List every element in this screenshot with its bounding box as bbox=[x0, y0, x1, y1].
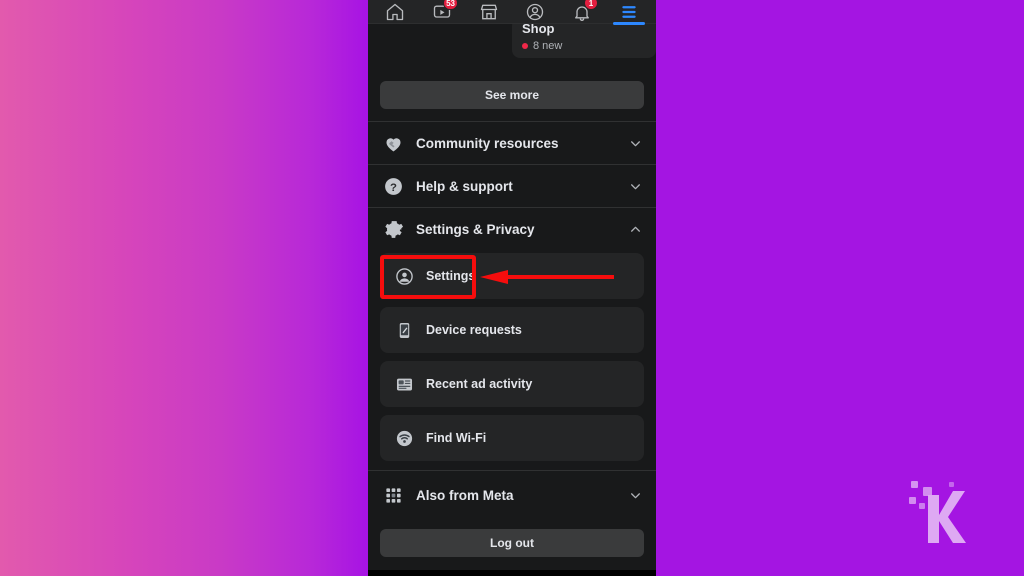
shop-title: Shop bbox=[522, 24, 555, 36]
grid-apps-glyph bbox=[385, 487, 401, 503]
profile-icon bbox=[527, 3, 544, 20]
section-settings-privacy[interactable]: Settings & Privacy bbox=[368, 208, 656, 250]
svg-text:?: ? bbox=[390, 181, 397, 193]
account-circle-icon bbox=[394, 266, 414, 286]
section-also-from-meta[interactable]: Also from Meta bbox=[368, 474, 656, 516]
nav-menu[interactable] bbox=[609, 0, 649, 25]
divider bbox=[368, 470, 656, 471]
active-tab-indicator bbox=[612, 21, 645, 25]
notifications-badge: 1 bbox=[583, 0, 598, 10]
log-out-button[interactable]: Log out bbox=[380, 529, 644, 557]
gear-icon bbox=[382, 218, 404, 240]
shop-new-label: 8 new bbox=[533, 40, 563, 52]
section-label: Also from Meta bbox=[416, 487, 514, 503]
shop-shortcut-card[interactable]: Shop 8 new bbox=[512, 24, 656, 58]
see-more-button[interactable]: See more bbox=[380, 81, 644, 109]
grid-apps-icon bbox=[382, 484, 404, 506]
menu-item-find-wifi[interactable]: Find Wi-Fi bbox=[380, 415, 644, 461]
facebook-menu-screen: 53 1 Shop 8 new See more Community resou… bbox=[368, 0, 656, 570]
video-badge: 53 bbox=[443, 0, 458, 10]
nav-profile[interactable] bbox=[515, 0, 555, 24]
question-circle-icon: ? bbox=[382, 175, 404, 197]
device-requests-glyph bbox=[399, 322, 409, 338]
menu-item-label: Find Wi-Fi bbox=[426, 431, 487, 445]
section-label: Help & support bbox=[416, 178, 513, 194]
shop-new-indicator: 8 new bbox=[522, 40, 646, 52]
menu-item-label: Device requests bbox=[426, 323, 522, 337]
chevron-down-icon[interactable] bbox=[628, 179, 642, 193]
hamburger-menu-icon bbox=[621, 5, 636, 18]
chevron-up-icon[interactable] bbox=[628, 222, 642, 236]
marketplace-icon bbox=[480, 4, 497, 19]
account-circle-glyph bbox=[395, 267, 413, 285]
recent-ad-activity-icon bbox=[394, 374, 414, 394]
top-navigation-bar: 53 1 bbox=[368, 0, 656, 25]
recent-ad-activity-glyph bbox=[396, 378, 412, 390]
section-community-resources[interactable]: Community resources bbox=[368, 122, 656, 164]
nav-marketplace[interactable] bbox=[469, 0, 509, 24]
home-icon bbox=[387, 3, 404, 20]
nav-notifications[interactable]: 1 bbox=[562, 0, 602, 24]
wifi-icon bbox=[394, 428, 414, 448]
chevron-down-icon[interactable] bbox=[628, 136, 642, 150]
menu-item-recent-ad-activity[interactable]: Recent ad activity bbox=[380, 361, 644, 407]
menu-item-label: Settings bbox=[426, 269, 476, 283]
section-label: Settings & Privacy bbox=[416, 221, 535, 237]
chevron-down-icon[interactable] bbox=[628, 488, 642, 502]
handshake-heart-glyph bbox=[385, 137, 401, 151]
nav-home[interactable] bbox=[375, 0, 415, 24]
backdrop-gradient-left bbox=[0, 0, 368, 576]
menu-item-device-requests[interactable]: Device requests bbox=[380, 307, 644, 353]
handshake-heart-icon bbox=[382, 132, 404, 154]
phone-screenshot-panel: 53 1 Shop 8 new See more Community resou… bbox=[368, 0, 656, 576]
nav-video[interactable]: 53 bbox=[422, 0, 462, 24]
screenshot-stage: 53 1 Shop 8 new See more Community resou… bbox=[0, 0, 1024, 576]
menu-item-label: Recent ad activity bbox=[426, 377, 533, 391]
device-requests-icon bbox=[394, 320, 414, 340]
red-dot-icon bbox=[522, 43, 528, 49]
menu-item-settings[interactable]: Settings bbox=[380, 253, 644, 299]
wifi-glyph bbox=[396, 430, 412, 446]
question-circle-glyph: ? bbox=[384, 177, 402, 195]
backdrop-solid-right bbox=[656, 0, 1024, 576]
section-help-support[interactable]: ? Help & support bbox=[368, 165, 656, 207]
gear-glyph bbox=[384, 220, 403, 238]
menu-scroll-body[interactable]: Shop 8 new See more Community resources … bbox=[368, 24, 656, 570]
section-label: Community resources bbox=[416, 135, 559, 151]
